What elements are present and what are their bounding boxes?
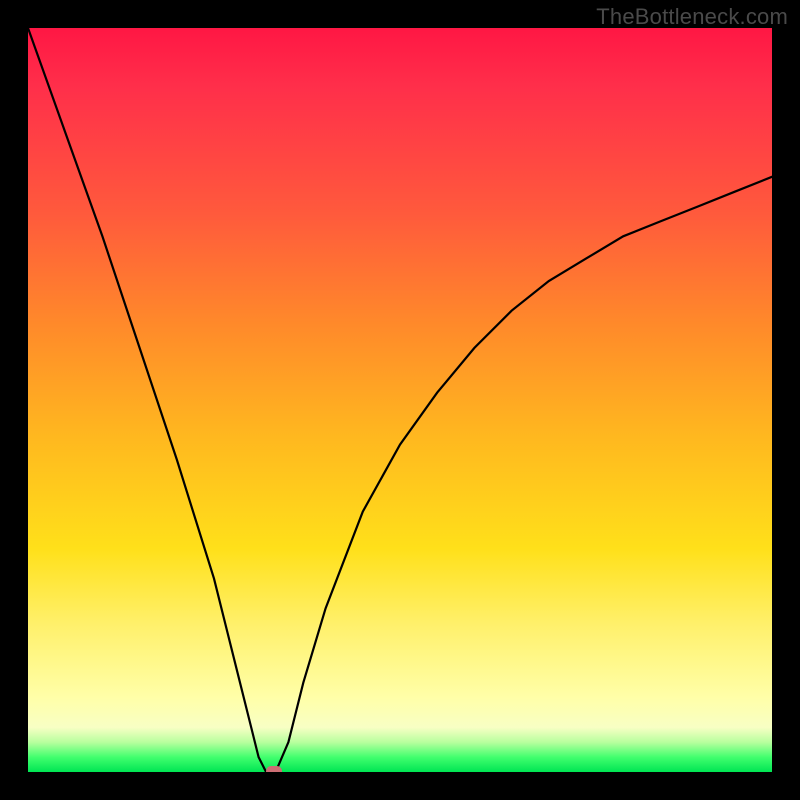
- chart-frame: TheBottleneck.com: [0, 0, 800, 800]
- plot-area: [28, 28, 772, 772]
- minimum-marker: [266, 766, 282, 772]
- bottleneck-curve: [28, 28, 772, 772]
- watermark-text: TheBottleneck.com: [596, 4, 788, 30]
